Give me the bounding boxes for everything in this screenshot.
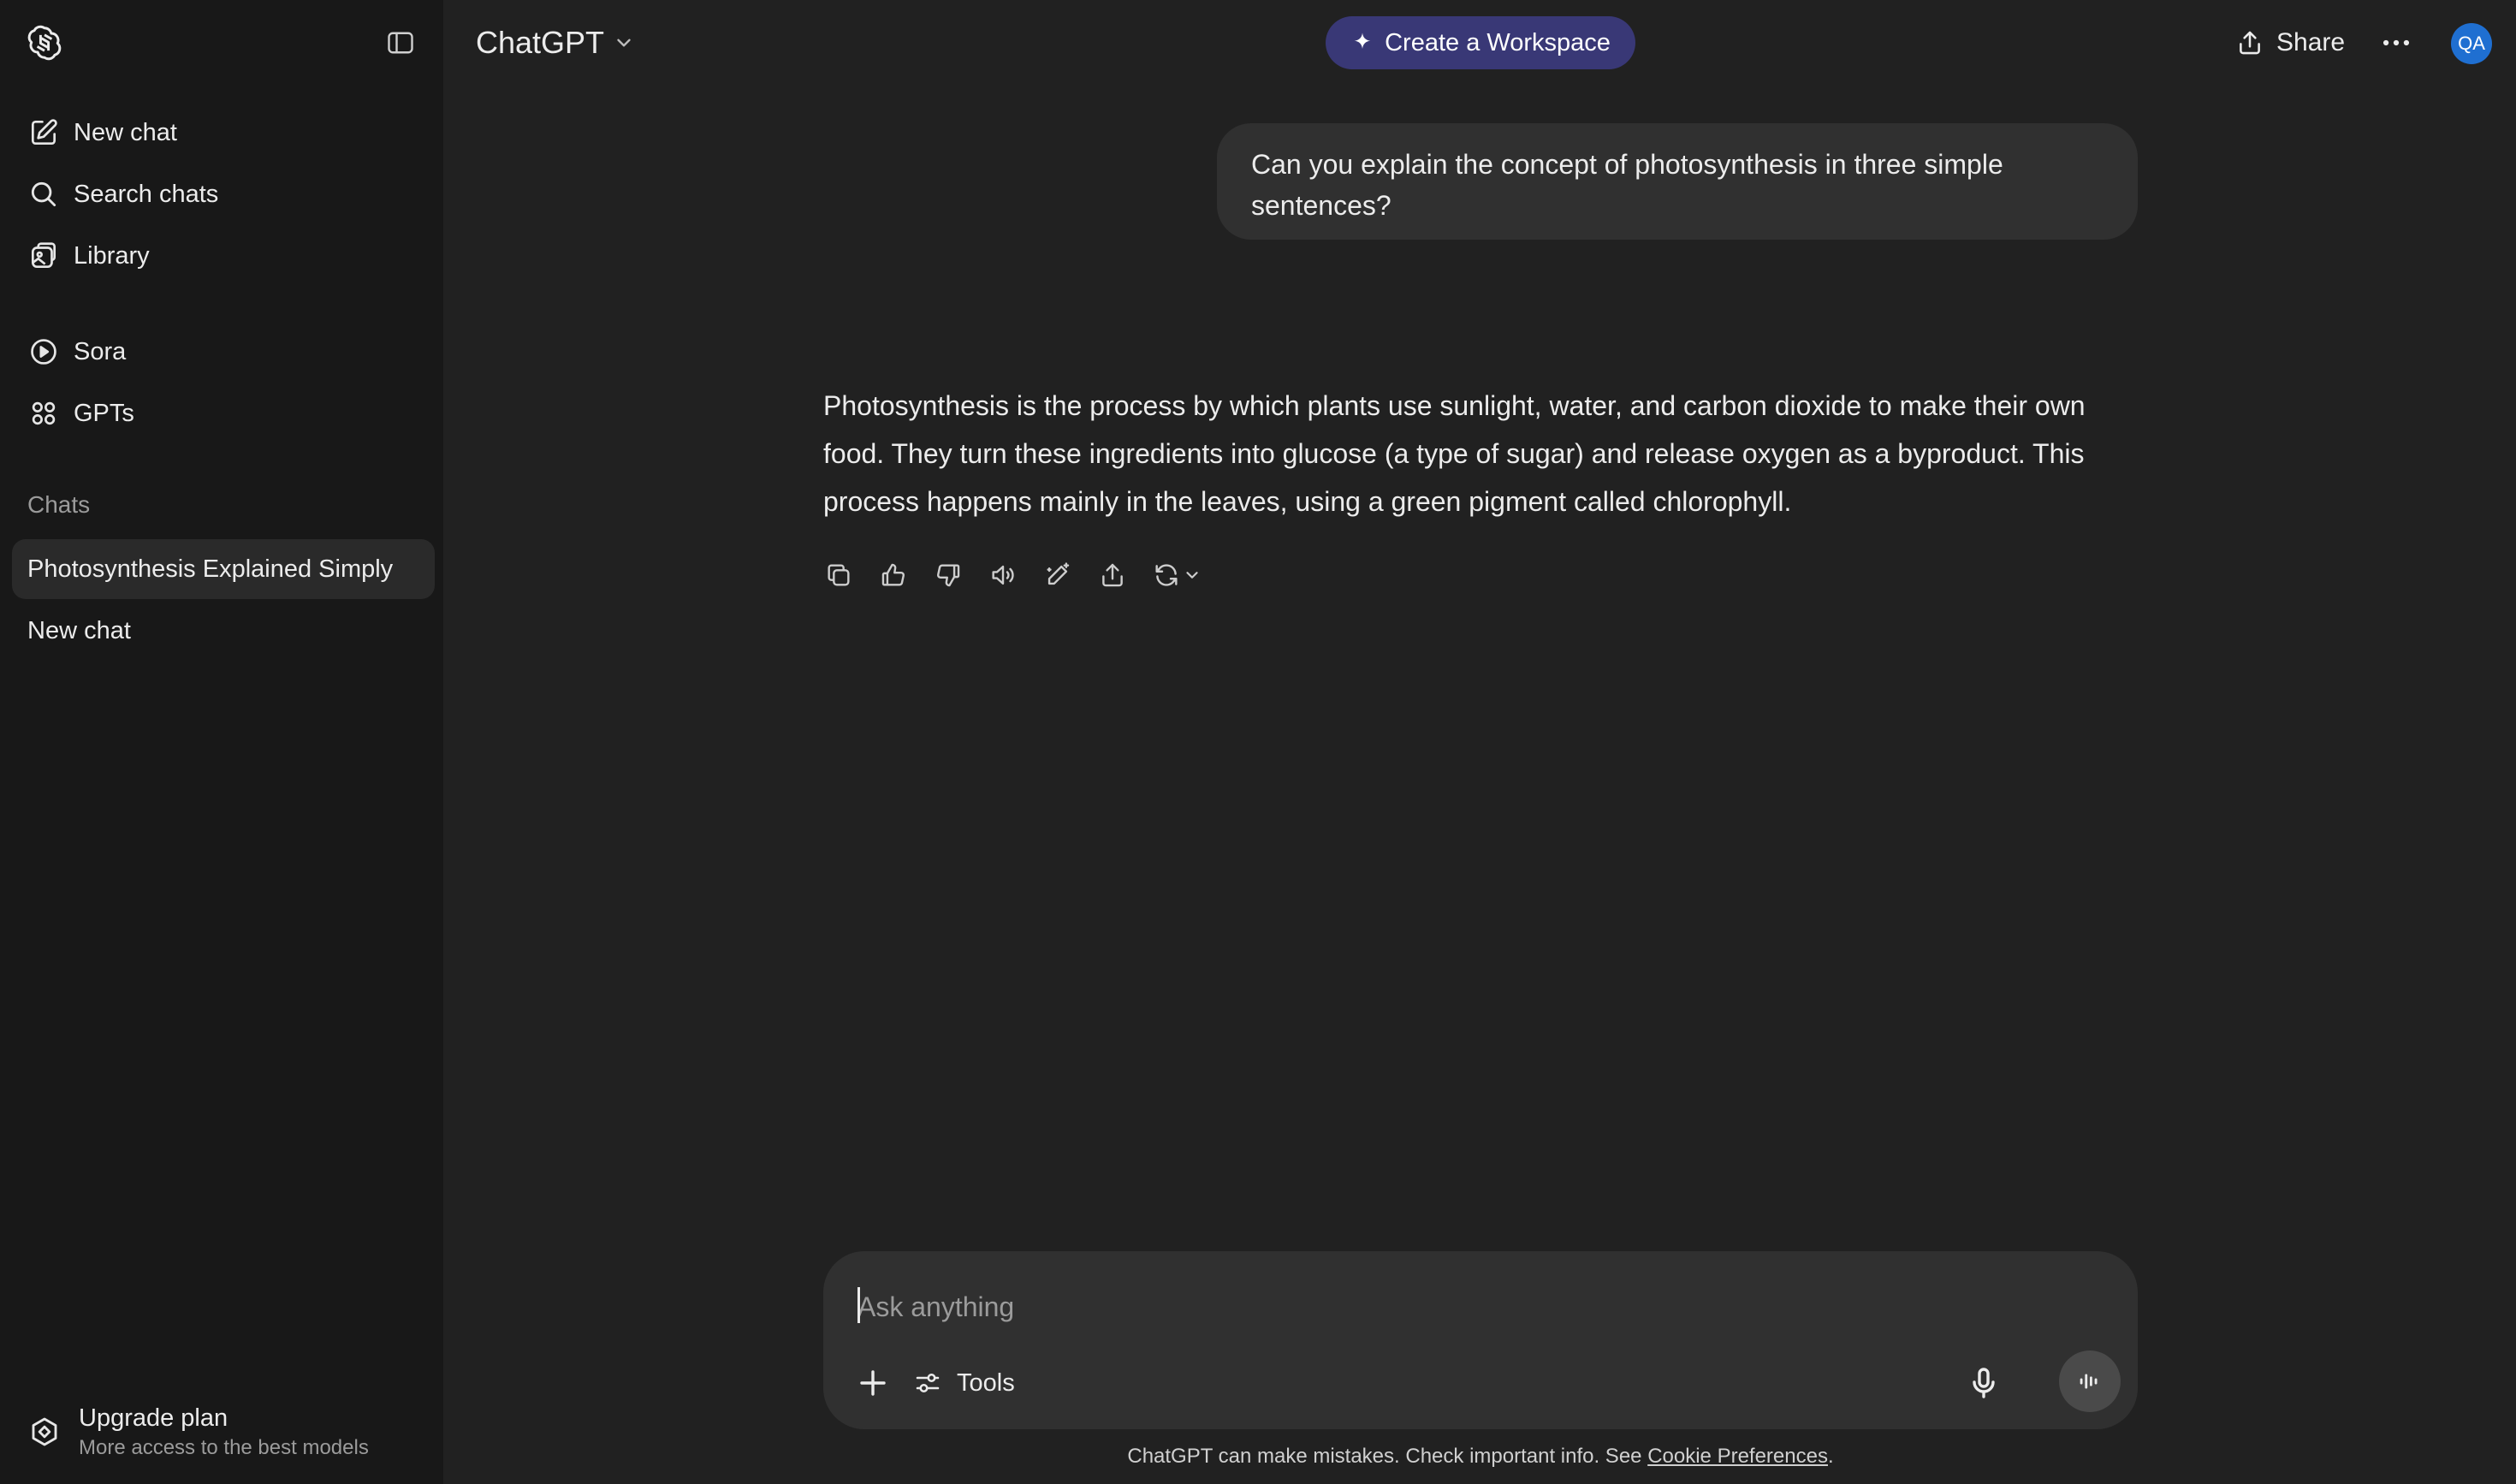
voice-mode-button[interactable] — [2059, 1350, 2121, 1412]
sidebar-item-label: Search chats — [74, 180, 219, 208]
tools-button[interactable]: Tools — [912, 1362, 1015, 1404]
read-aloud-icon[interactable] — [984, 556, 1022, 594]
avatar[interactable]: QA — [2451, 23, 2492, 64]
cookie-preferences-link[interactable]: Cookie Preferences — [1647, 1445, 1828, 1468]
openai-logo-icon[interactable] — [26, 24, 63, 62]
thumbs-down-icon[interactable] — [929, 556, 967, 594]
prompt-input[interactable] — [857, 1285, 2056, 1328]
toggle-sidebar-icon[interactable] — [383, 27, 418, 58]
share-button[interactable]: Share — [2225, 19, 2355, 67]
sliders-icon — [912, 1368, 943, 1398]
sidebar-item-gpts[interactable]: GPTs — [12, 385, 431, 442]
model-name: ChatGPT — [476, 25, 605, 60]
regenerate-button[interactable] — [1148, 556, 1205, 594]
sidebar-item-label: Sora — [74, 337, 127, 365]
sidebar-item-label: New chat — [74, 118, 177, 146]
sidebar-item-label: Library — [74, 241, 150, 270]
upgrade-icon — [27, 1415, 62, 1449]
user-message: Can you explain the concept of photosynt… — [1217, 123, 2138, 240]
regenerate-icon — [1155, 564, 1178, 586]
compose-icon — [27, 116, 60, 149]
create-workspace-button[interactable]: Create a Workspace — [1326, 16, 1635, 69]
text-cursor — [857, 1287, 860, 1323]
composer: Tools — [823, 1251, 2138, 1429]
create-workspace-label: Create a Workspace — [1385, 28, 1611, 56]
search-icon — [27, 178, 60, 211]
model-selector[interactable]: ChatGPT — [466, 19, 645, 67]
share-label: Share — [2276, 28, 2346, 56]
disclaimer: ChatGPT can make mistakes. Check importa… — [823, 1445, 2138, 1469]
share-response-icon[interactable] — [1094, 556, 1131, 594]
copy-icon[interactable] — [820, 556, 857, 594]
chevron-down-icon — [1186, 572, 1198, 579]
upgrade-plan-button[interactable]: Upgrade plan More access to the best mod… — [12, 1393, 431, 1470]
upgrade-subtitle: More access to the best models — [79, 1435, 369, 1459]
sidebar-item-label: GPTs — [74, 399, 134, 427]
sidebar: New chat Search chats Library Sora GPTs … — [0, 0, 443, 1484]
sidebar-item-new-chat[interactable]: New chat — [12, 104, 431, 161]
thumbs-up-icon[interactable] — [875, 556, 912, 594]
sidebar-item-library[interactable]: Library — [12, 228, 431, 284]
share-icon — [2235, 28, 2264, 57]
sidebar-item-search-chats[interactable]: Search chats — [12, 166, 431, 223]
waveform-icon — [2080, 1374, 2098, 1389]
upgrade-text: Upgrade plan More access to the best mod… — [79, 1404, 369, 1460]
upgrade-title: Upgrade plan — [79, 1404, 228, 1432]
play-icon — [27, 335, 60, 368]
disclaimer-end: . — [1827, 1445, 1834, 1468]
chat-history-item[interactable]: Photosynthesis Explained Simply — [12, 539, 435, 599]
app-window: New chat Search chats Library Sora GPTs … — [0, 0, 2516, 1484]
more-options-icon[interactable] — [2376, 24, 2417, 62]
sidebar-item-sora[interactable]: Sora — [12, 324, 431, 380]
sparkle-icon — [1350, 31, 1374, 55]
chevron-down-icon — [613, 32, 635, 54]
grid-icon — [27, 397, 60, 430]
add-attachment-icon[interactable] — [852, 1362, 893, 1404]
library-icon — [27, 240, 60, 272]
tools-label: Tools — [957, 1368, 1015, 1397]
disclaimer-text: ChatGPT can make mistakes. Check importa… — [1127, 1445, 1648, 1468]
assistant-message: Photosynthesis is the process by which p… — [823, 390, 2086, 517]
chats-section-label: Chats — [27, 491, 91, 518]
edit-canvas-icon[interactable] — [1039, 556, 1077, 594]
microphone-icon[interactable] — [1963, 1362, 2004, 1404]
chat-history-item[interactable]: New chat — [12, 601, 435, 661]
message-actions — [820, 556, 1222, 594]
